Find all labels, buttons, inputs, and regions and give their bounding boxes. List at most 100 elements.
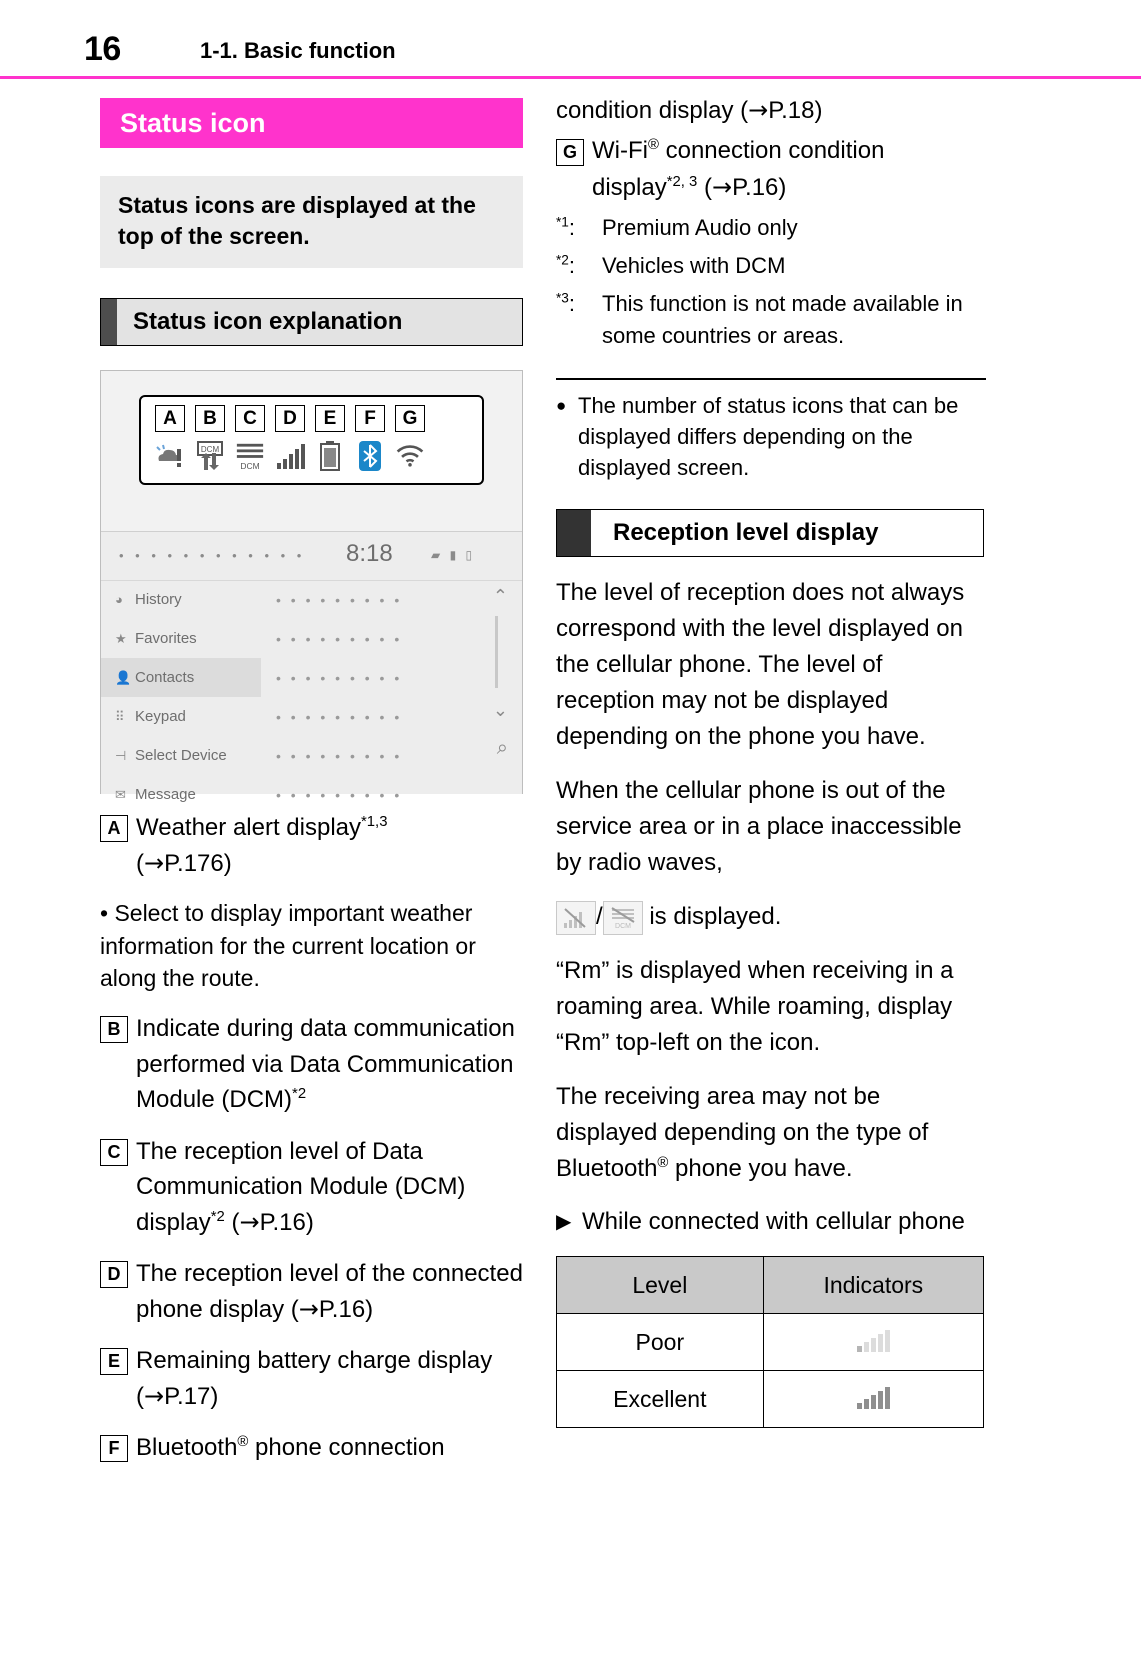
menu-item-message[interactable]: ✉ Message	[101, 775, 261, 814]
triangle-marker-icon: ▶	[556, 1211, 572, 1234]
menu-item-favorites[interactable]: ★ Favorites	[101, 619, 261, 658]
page-title: 1-1. Basic function	[200, 38, 396, 63]
bluetooth-icon	[355, 439, 385, 473]
footnote-2-mark: *2:	[556, 252, 576, 278]
list-item[interactable]: • • • • • • • • •	[276, 580, 522, 619]
is-displayed-text: is displayed.	[642, 903, 782, 931]
item-tag-a: A	[100, 815, 128, 843]
list-item: F Bluetooth® phone connection	[100, 1430, 525, 1466]
bullet-marker: ●	[556, 395, 567, 415]
footnote-1: *1: Premium Audio only	[556, 212, 986, 244]
intro-box: Status icons are displayed at the top of…	[100, 176, 523, 269]
left-column: Status icon Status icons are displayed a…	[100, 98, 525, 1466]
intro-text: Status icons are displayed at the top of…	[118, 192, 476, 250]
item-c-text: The reception level of Data Communicatio…	[136, 1137, 466, 1236]
item-f-text: Bluetooth® phone connection	[136, 1434, 445, 1462]
reception-level-table: Level Indicators Poor Excellent	[556, 1256, 985, 1429]
list-item[interactable]: • • • • • • • • •	[276, 619, 522, 658]
callout-icon-row: DCM DCM	[155, 439, 425, 473]
callout-letter-e: E	[315, 405, 345, 433]
item-a-bullet: • Select to display important weather in…	[100, 900, 476, 992]
list-item: E Remaining battery charge display (→P.1…	[100, 1343, 525, 1414]
screen-mock: • • • • • • • • • • • • 8:18 ▰ ▮ ▯ ◕ His…	[101, 531, 522, 803]
heading-tab	[101, 299, 117, 346]
screen-rows: • • • • • • • • • • • • • • • • • • • • …	[276, 580, 522, 814]
table-header-row: Level Indicators	[556, 1256, 985, 1315]
screen-scrollbar[interactable]	[495, 616, 498, 689]
star-icon: ★	[115, 630, 127, 646]
icon-separator: /	[596, 903, 603, 931]
menu-item-select-device[interactable]: ⊣ Select Device	[101, 736, 261, 775]
contacts-icon: 👤	[115, 669, 132, 685]
message-icon: ✉	[115, 786, 126, 802]
status-icon-illustration: A B C D E F G DCM DCM • • • • • • • • • …	[100, 370, 523, 803]
reception-paragraph-3: “Rm” is displayed when receiving in a ro…	[556, 957, 954, 1057]
reception-paragraph-2: When the cellular phone is out of the se…	[556, 777, 962, 877]
table-row: Poor	[556, 1313, 985, 1372]
search-icon[interactable]: ⌕	[497, 737, 508, 760]
menu-item-history[interactable]: ◕ History	[101, 580, 261, 619]
list-item[interactable]: • • • • • • • • •	[276, 697, 522, 736]
history-icon: ◕	[115, 592, 123, 608]
svg-text:DCM: DCM	[615, 923, 631, 930]
menu-item-contacts[interactable]: 👤 Contacts	[101, 658, 261, 698]
screen-status-bar: • • • • • • • • • • • • 8:18 ▰ ▮ ▯	[101, 532, 522, 582]
status-bar-dots: • • • • • • • • • • • •	[119, 548, 306, 564]
item-d-text: The reception level of the connected pho…	[136, 1260, 523, 1323]
menu-item-message-label: Message	[135, 786, 196, 804]
footnote-2-text: Vehicles with DCM	[602, 252, 786, 278]
level-excellent-label: Excellent	[556, 1370, 764, 1429]
item-a-text: Weather alert display*1,3 (→P.176)	[136, 814, 388, 877]
item-tag-g: G	[556, 139, 584, 166]
item-tag-d: D	[100, 1261, 128, 1289]
dcm-reception-level-icon: DCM	[235, 439, 265, 473]
list-item: A Weather alert display*1,3 (→P.176)	[100, 810, 525, 881]
signal-bars-excellent-icon	[762, 1370, 985, 1429]
scroll-up-icon[interactable]: ⌃	[493, 586, 508, 607]
menu-item-history-label: History	[135, 591, 182, 609]
icon-callout: A B C D E F G DCM DCM	[139, 395, 484, 486]
manual-page: 16 1-1. Basic function Status icon Statu…	[0, 0, 1141, 1653]
note-bullet-text: The number of status icons that can be d…	[578, 392, 959, 481]
menu-item-keypad[interactable]: ⠿ Keypad	[101, 697, 261, 736]
item-g-text: Wi-Fi® connection condition display*2, 3 …	[592, 137, 885, 201]
menu-item-select-device-label: Select Device	[135, 747, 227, 765]
footnote-2: *2: Vehicles with DCM	[556, 250, 986, 282]
item-tag-b: B	[100, 1016, 128, 1044]
select-device-icon: ⊣	[115, 747, 127, 763]
note-bullet: ● The number of status icons that can be…	[556, 377, 986, 484]
scroll-down-icon[interactable]: ⌄	[493, 700, 508, 721]
list-item[interactable]: • • • • • • • • •	[276, 775, 522, 814]
list-item: G Wi-Fi® connection condition display*2, …	[556, 133, 986, 206]
svg-text:DCM: DCM	[240, 461, 259, 471]
reception-icon-line: / DCM is displayed.	[556, 899, 986, 935]
header-divider	[0, 76, 1141, 79]
list-item[interactable]: • • • • • • • • •	[276, 658, 522, 697]
menu-item-contacts-label: Contacts	[135, 669, 195, 687]
right-column: condition display (→P.18) G Wi-Fi® conne…	[556, 92, 986, 1429]
menu-item-favorites-label: Favorites	[135, 630, 197, 648]
item-b-text: Indicate during data communication perfo…	[136, 1015, 515, 1114]
subheading-while-connected: ▶ While connected with cellular phone	[556, 1205, 986, 1240]
battery-icon	[315, 439, 345, 473]
no-signal-dcm-icon: DCM	[602, 900, 643, 935]
callout-letter-row: A B C D E F G	[155, 405, 425, 433]
item-e-text: Remaining battery charge display (→P.17)	[136, 1347, 493, 1410]
status-icon-heading-label: Status icon	[120, 107, 266, 138]
footnote-1-mark: *1:	[556, 214, 576, 240]
footnote-3: *3: This function is not made available …	[556, 288, 986, 352]
callout-letter-g: G	[395, 405, 425, 433]
status-icon-explanation-label: Status icon explanation	[133, 308, 403, 336]
callout-letter-a: A	[155, 405, 185, 433]
page-header: 16 1-1. Basic function	[0, 0, 1141, 79]
list-item: B Indicate during data communication per…	[100, 1011, 525, 1118]
subheading-text: While connected with cellular phone	[582, 1208, 965, 1236]
table-row: Excellent	[556, 1370, 985, 1429]
callout-letter-c: C	[235, 405, 265, 433]
svg-text:DCM: DCM	[201, 445, 220, 454]
callout-letter-f: F	[355, 405, 385, 433]
status-icon-explanation-heading: Status icon explanation	[100, 298, 523, 347]
list-item: C The reception level of Data Communicat…	[100, 1134, 525, 1241]
list-item[interactable]: • • • • • • • • •	[276, 736, 522, 775]
table-header-level: Level	[556, 1256, 764, 1315]
